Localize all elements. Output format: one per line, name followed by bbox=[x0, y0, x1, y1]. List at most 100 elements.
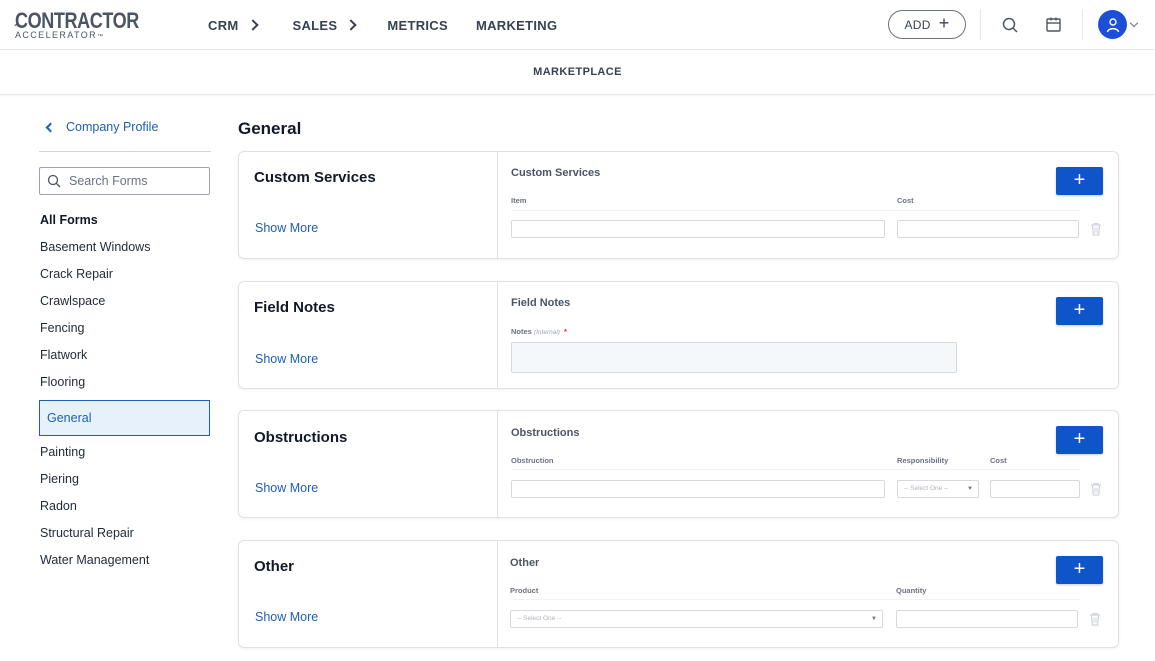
form-item-basement-windows[interactable]: Basement Windows bbox=[39, 234, 211, 261]
field-label-quantity: Quantity bbox=[896, 586, 927, 595]
brand-name: CONTRACTOR bbox=[14, 8, 139, 33]
user-avatar[interactable] bbox=[1098, 10, 1127, 39]
nav-sales-label: SALES bbox=[292, 17, 338, 33]
form-item-structural-repair[interactable]: Structural Repair bbox=[39, 520, 211, 547]
field-label-notes: Notes (Internal) * bbox=[511, 327, 567, 336]
forms-list-heading[interactable]: All Forms bbox=[39, 207, 211, 234]
nav-marketing-label: MARKETING bbox=[475, 17, 558, 33]
chevron-down-icon[interactable] bbox=[1129, 18, 1139, 28]
chevron-left-icon bbox=[45, 122, 56, 132]
trash-icon[interactable] bbox=[1089, 221, 1103, 237]
form-item-crack-repair[interactable]: Crack Repair bbox=[39, 261, 211, 288]
notes-textarea[interactable] bbox=[511, 342, 957, 373]
preview-title: Custom Services bbox=[511, 167, 601, 179]
back-link-label: Company Profile bbox=[66, 120, 159, 134]
nav-crm[interactable]: CRM bbox=[208, 17, 259, 33]
trash-icon[interactable] bbox=[1089, 481, 1103, 497]
form-item-radon[interactable]: Radon bbox=[39, 493, 211, 520]
nav-crm-label: CRM bbox=[208, 17, 239, 33]
card-summary: Field Notes Show More bbox=[239, 282, 498, 388]
forms-list: All Forms Basement Windows Crack Repair … bbox=[39, 207, 211, 574]
form-card-other: Other Show More Other Product Quantity -… bbox=[238, 540, 1119, 648]
back-to-company-profile[interactable]: Company Profile bbox=[44, 120, 158, 134]
card-title: Field Notes bbox=[254, 299, 335, 316]
card-summary: Custom Services Show More bbox=[239, 152, 498, 258]
form-preview: Field Notes Notes (Internal) * + bbox=[498, 282, 1118, 388]
preview-title: Obstructions bbox=[511, 427, 580, 439]
nav-marketing[interactable]: MARKETING bbox=[476, 18, 557, 33]
nav-sales[interactable]: SALES bbox=[292, 17, 358, 33]
add-row-button[interactable]: + bbox=[1056, 167, 1103, 195]
field-label-cost: Cost bbox=[897, 196, 914, 205]
divider bbox=[511, 469, 1080, 470]
nav-metrics-label: METRICS bbox=[387, 17, 448, 33]
nav-marketplace[interactable]: MARKETPLACE bbox=[533, 66, 622, 78]
sub-navigation: MARKETPLACE bbox=[0, 50, 1155, 95]
product-select[interactable]: -- Select One -- ▼ bbox=[510, 610, 883, 628]
responsibility-select[interactable]: -- Select One -- ▼ bbox=[897, 480, 979, 498]
preview-title: Field Notes bbox=[511, 297, 571, 309]
field-label-product: Product bbox=[510, 586, 539, 595]
form-card-custom-services: Custom Services Show More Custom Service… bbox=[238, 151, 1119, 259]
form-card-field-notes: Field Notes Show More Field Notes Notes … bbox=[238, 281, 1119, 389]
field-label-item: Item bbox=[511, 196, 527, 205]
search-forms-field[interactable] bbox=[39, 167, 210, 195]
form-item-flatwork[interactable]: Flatwork bbox=[39, 342, 211, 369]
show-more-link[interactable]: Show More bbox=[255, 481, 318, 495]
cost-input[interactable] bbox=[990, 480, 1080, 498]
calendar-icon[interactable] bbox=[1044, 15, 1064, 35]
user-icon bbox=[1106, 17, 1119, 32]
form-item-general[interactable]: General bbox=[39, 400, 210, 436]
caret-down-icon: ▼ bbox=[871, 616, 877, 622]
divider bbox=[39, 151, 211, 152]
plus-icon: + bbox=[1073, 299, 1086, 321]
form-item-painting[interactable]: Painting bbox=[39, 439, 211, 466]
chevron-right-icon bbox=[246, 19, 259, 31]
show-more-link[interactable]: Show More bbox=[255, 221, 318, 235]
obstruction-input[interactable] bbox=[511, 480, 885, 498]
section-title: General bbox=[238, 119, 302, 138]
field-label-responsibility: Responsibility bbox=[897, 456, 949, 465]
preview-title: Other bbox=[510, 557, 540, 569]
card-title: Other bbox=[254, 558, 295, 575]
top-navigation: CONTRACTOR ACCELERATOR™ CRM SALES METRIC… bbox=[0, 0, 1155, 50]
form-card-obstructions: Obstructions Show More Obstructions Obst… bbox=[238, 410, 1119, 518]
plus-icon: + bbox=[1073, 169, 1086, 191]
search-forms-input[interactable] bbox=[69, 174, 199, 188]
add-row-button[interactable]: + bbox=[1056, 556, 1103, 584]
form-item-water-management[interactable]: Water Management bbox=[39, 547, 211, 574]
card-title: Obstructions bbox=[254, 429, 348, 446]
form-item-flooring[interactable]: Flooring bbox=[39, 369, 211, 396]
divider bbox=[980, 9, 981, 40]
form-preview: Other Product Quantity -- Select One -- ▼… bbox=[498, 541, 1118, 647]
form-item-piering[interactable]: Piering bbox=[39, 466, 211, 493]
divider bbox=[511, 210, 1080, 211]
quantity-input[interactable] bbox=[896, 610, 1078, 628]
add-row-button[interactable]: + bbox=[1056, 297, 1103, 325]
card-title: Custom Services bbox=[254, 169, 376, 186]
divider bbox=[510, 599, 1080, 600]
form-item-crawlspace[interactable]: Crawlspace bbox=[39, 288, 211, 315]
card-summary: Obstructions Show More bbox=[239, 411, 498, 517]
item-input[interactable] bbox=[511, 220, 885, 238]
form-item-fencing[interactable]: Fencing bbox=[39, 315, 211, 342]
show-more-link[interactable]: Show More bbox=[255, 352, 318, 366]
trash-icon[interactable] bbox=[1088, 611, 1102, 627]
show-more-link[interactable]: Show More bbox=[255, 610, 318, 624]
add-row-button[interactable]: + bbox=[1056, 426, 1103, 454]
form-preview: Custom Services Item Cost + bbox=[498, 152, 1118, 258]
field-label-cost: Cost bbox=[990, 456, 1007, 465]
cost-input[interactable] bbox=[897, 220, 1079, 238]
plus-icon: + bbox=[1073, 428, 1086, 450]
plus-icon: + bbox=[1073, 558, 1086, 580]
add-button[interactable]: ADD + bbox=[888, 10, 966, 39]
search-icon bbox=[47, 174, 61, 188]
card-summary: Other Show More bbox=[239, 541, 498, 647]
search-icon[interactable] bbox=[1000, 15, 1020, 35]
divider bbox=[1082, 9, 1083, 40]
form-preview: Obstructions Obstruction Responsibility … bbox=[498, 411, 1118, 517]
add-button-label: ADD bbox=[904, 17, 931, 32]
main-nav: CRM SALES METRICS MARKETING bbox=[208, 0, 557, 50]
brand-logo[interactable]: CONTRACTOR ACCELERATOR™ bbox=[14, 8, 166, 42]
nav-metrics[interactable]: METRICS bbox=[387, 18, 448, 33]
